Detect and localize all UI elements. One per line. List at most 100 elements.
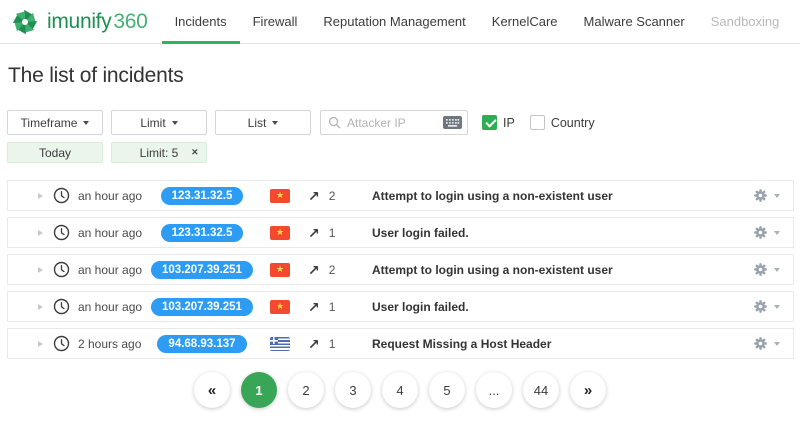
clock-icon <box>53 335 70 352</box>
attacker-ip-search <box>320 110 468 135</box>
occurrence-count: 2 <box>328 262 336 277</box>
search-input[interactable] <box>347 115 443 130</box>
occurrences-cell: ↗ 1 <box>308 226 348 240</box>
limit-dropdown-button[interactable]: Limit <box>111 110 207 135</box>
pagination-page-2[interactable]: 2 <box>288 372 324 408</box>
incident-description: User login failed. <box>372 299 469 314</box>
content-area: The list of incidents Timeframe Limit Li… <box>0 62 800 408</box>
nav-item-attributions[interactable]: Attributions <box>792 0 800 43</box>
greece-flag-icon <box>270 336 290 351</box>
occurrence-count: 2 <box>328 188 336 203</box>
arrow-up-right-icon: ↗ <box>308 187 320 204</box>
main-nav: Incidents Firewall Reputation Management Ke… <box>161 0 800 44</box>
timeframe-filter-tag: Today <box>7 142 103 163</box>
chevron-down-icon <box>774 231 780 235</box>
pinwheel-logo-icon <box>10 7 40 37</box>
chevron-right-icon[interactable] <box>38 192 43 199</box>
on-screen-keyboard-icon[interactable] <box>443 116 462 129</box>
clock-icon <box>53 298 70 315</box>
remove-tag-icon[interactable]: × <box>192 146 198 158</box>
chevron-right-icon[interactable] <box>38 340 43 347</box>
limit-filter-tag: Limit: 5 × <box>111 142 207 163</box>
chevron-down-icon <box>774 342 780 346</box>
pagination-page-1[interactable]: 1 <box>241 372 277 408</box>
row-actions-button[interactable] <box>753 225 780 240</box>
incident-row: an hour ago 103.207.39.251 ↗ 2 Attempt t… <box>7 254 794 285</box>
attacker-ip-badge[interactable]: 103.207.39.251 <box>151 297 253 316</box>
gear-icon <box>753 262 768 277</box>
incident-time: an hour ago <box>78 225 143 240</box>
incident-description: Attempt to login using a non-existent us… <box>372 262 613 277</box>
row-actions-button[interactable] <box>753 262 780 277</box>
nav-item-malware-scanner[interactable]: Malware Scanner <box>571 0 698 43</box>
attacker-ip-badge[interactable]: 123.31.32.5 <box>160 223 244 242</box>
incident-time: an hour ago <box>78 299 143 314</box>
page-title: The list of incidents <box>8 64 184 87</box>
row-actions-button[interactable] <box>753 188 780 203</box>
pagination-next-button[interactable]: » <box>570 372 606 408</box>
chevron-right-icon[interactable] <box>38 303 43 310</box>
arrow-up-right-icon: ↗ <box>308 298 320 315</box>
nav-item-firewall[interactable]: Firewall <box>240 0 311 43</box>
top-navigation-bar: imunify360 Incidents Firewall Reputation M… <box>0 0 800 44</box>
active-filter-tags: Today Limit: 5 × <box>7 142 793 163</box>
incident-row: an hour ago 123.31.32.5 ↗ 1 User login f… <box>7 217 794 248</box>
incident-row: an hour ago 123.31.32.5 ↗ 2 Attempt to l… <box>7 180 794 211</box>
gear-icon <box>753 336 768 351</box>
chevron-right-icon[interactable] <box>38 266 43 273</box>
pagination-ellipsis[interactable]: ... <box>476 372 512 408</box>
incident-row: an hour ago 103.207.39.251 ↗ 1 User logi… <box>7 291 794 322</box>
checkbox-checked-icon <box>482 115 497 130</box>
occurrences-cell: ↗ 1 <box>308 300 348 314</box>
nav-item-kernelcare[interactable]: KernelCare <box>479 0 571 43</box>
attacker-ip-badge[interactable]: 103.207.39.251 <box>151 260 253 279</box>
arrow-up-right-icon: ↗ <box>308 261 320 278</box>
nav-item-reputation-management[interactable]: Reputation Management <box>310 0 478 43</box>
pagination: « 1 2 3 4 5... 44 » <box>7 372 793 408</box>
attacker-ip-badge[interactable]: 123.31.32.5 <box>160 186 244 205</box>
timeframe-dropdown-button[interactable]: Timeframe <box>7 110 103 135</box>
incident-description: User login failed. <box>372 225 469 240</box>
pagination-prev-button[interactable]: « <box>194 372 230 408</box>
search-type-checkboxes: IP Country <box>482 115 595 130</box>
pagination-page-3[interactable]: 3 <box>335 372 371 408</box>
occurrence-count: 1 <box>328 225 336 240</box>
pagination-page-4[interactable]: 4 <box>382 372 418 408</box>
incident-time: an hour ago <box>78 188 143 203</box>
clock-icon <box>53 187 70 204</box>
occurrences-cell: ↗ 2 <box>308 189 348 203</box>
attacker-ip-badge[interactable]: 94.68.93.137 <box>157 334 247 353</box>
occurrences-cell: ↗ 2 <box>308 263 348 277</box>
row-actions-button[interactable] <box>753 336 780 351</box>
vietnam-flag-icon <box>270 225 290 240</box>
clock-icon <box>53 224 70 241</box>
chevron-right-icon[interactable] <box>38 229 43 236</box>
chevron-down-icon <box>83 121 90 125</box>
ip-checkbox[interactable]: IP <box>482 115 515 130</box>
list-dropdown-button[interactable]: List <box>215 110 311 135</box>
incident-time: an hour ago <box>78 262 143 277</box>
occurrence-count: 1 <box>328 299 336 314</box>
incident-description: Attempt to login using a non-existent us… <box>372 188 613 203</box>
incident-description: Request Missing a Host Header <box>372 336 552 351</box>
gear-icon <box>753 225 768 240</box>
occurrences-cell: ↗ 1 <box>308 337 348 351</box>
country-checkbox[interactable]: Country <box>529 115 595 130</box>
vietnam-flag-icon <box>270 262 290 277</box>
vietnam-flag-icon <box>270 299 290 314</box>
incidents-list: an hour ago 123.31.32.5 ↗ 2 Attempt to l… <box>7 180 794 359</box>
vietnam-flag-icon <box>270 188 290 203</box>
chevron-down-icon <box>774 194 780 198</box>
pagination-page-44[interactable]: 44 <box>523 372 559 408</box>
app-logo: imunify360 <box>10 0 148 43</box>
clock-icon <box>53 261 70 278</box>
pagination-page-5[interactable]: 5 <box>429 372 465 408</box>
nav-item-incidents[interactable]: Incidents <box>161 0 240 44</box>
row-actions-button[interactable] <box>753 299 780 314</box>
filter-toolbar: Timeframe Limit List Attacker IP IP Coun… <box>7 110 793 135</box>
chevron-down-icon <box>774 268 780 272</box>
chevron-down-icon <box>774 305 780 309</box>
brand-name: imunify360 <box>47 9 148 33</box>
incident-row: 2 hours ago 94.68.93.137 ↗ 1 Request Mis… <box>7 328 794 359</box>
nav-item-sandboxing: Sandboxing <box>710 14 780 29</box>
